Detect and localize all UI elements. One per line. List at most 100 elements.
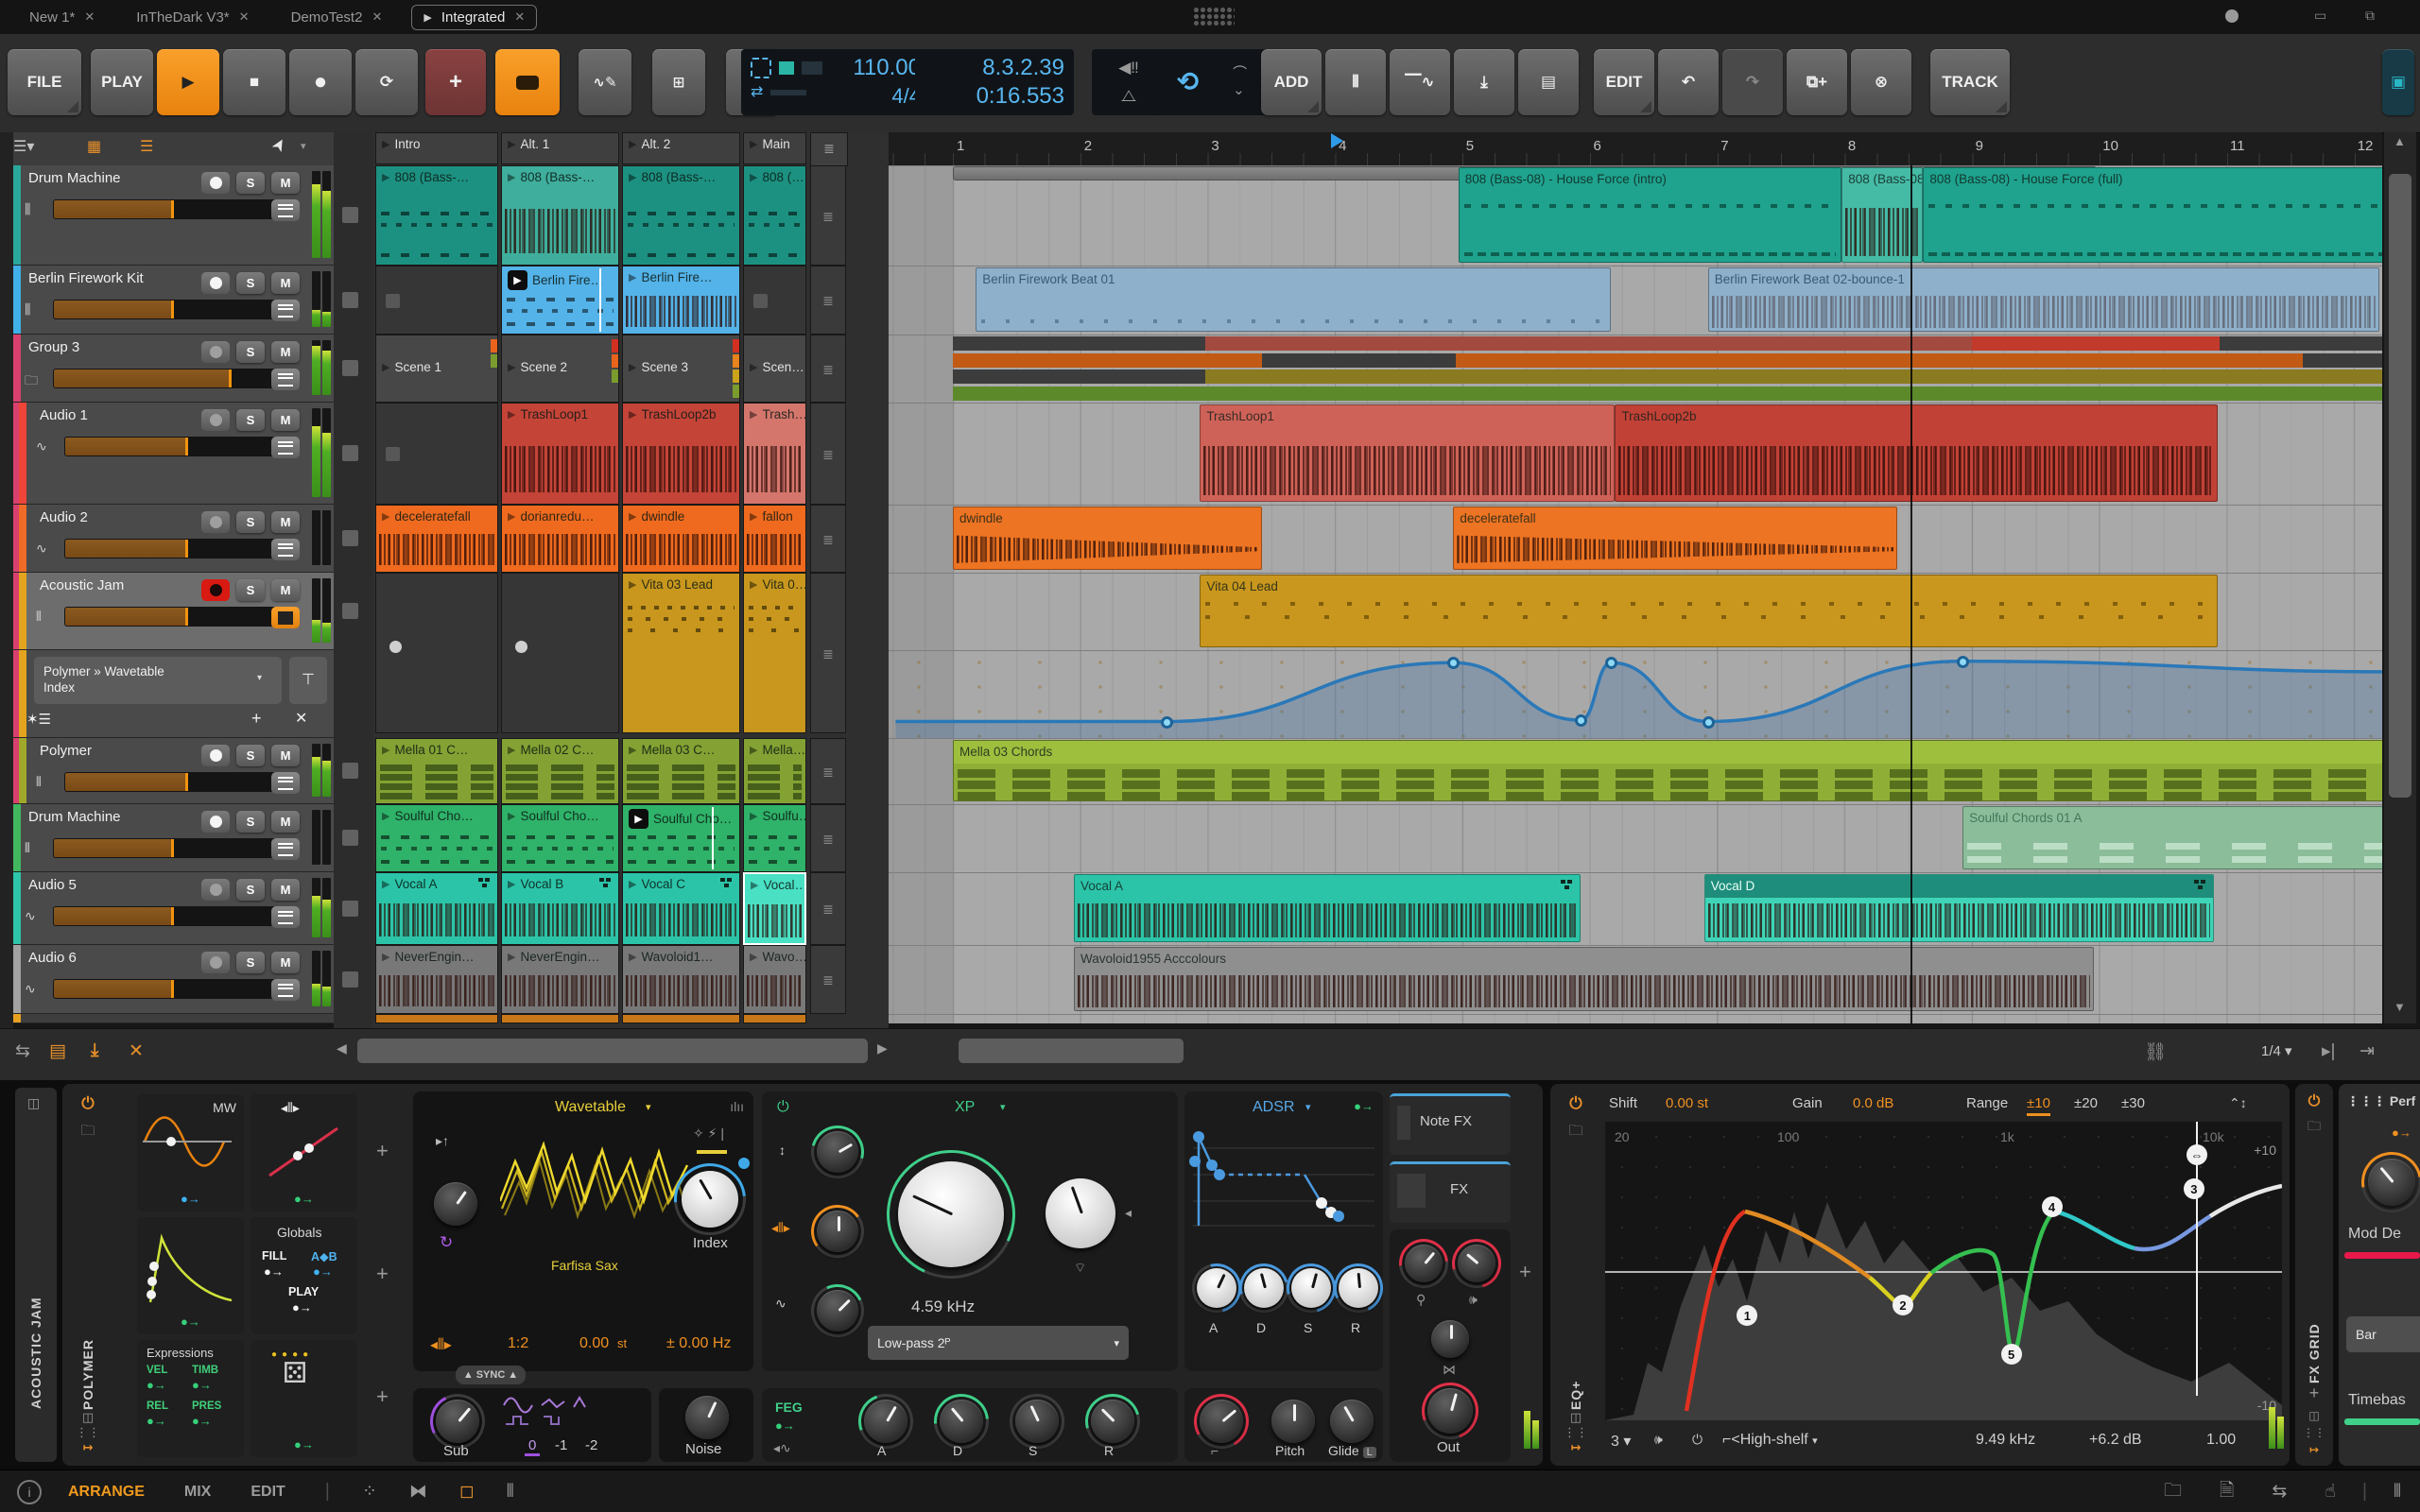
modulator-tile-random[interactable]: ⚄ ●●●● ●→ <box>251 1340 357 1457</box>
feg-release-knob[interactable] <box>1091 1400 1134 1443</box>
eq-shift-value[interactable]: 0.00 st <box>1666 1095 1708 1111</box>
add-icon[interactable]: + <box>2309 1383 2320 1403</box>
file-menu-button[interactable]: FILE <box>8 49 81 115</box>
loop-block[interactable]: ⟲ ⌒ ⌄ <box>1150 49 1273 115</box>
modulator-tile-expressions[interactable]: Expressions VEL TIMB ●→ ●→ REL PRES ●→ ●… <box>137 1340 244 1457</box>
adsr-dropdown-icon[interactable]: ▾ <box>1305 1101 1311 1113</box>
amp-sustain-knob[interactable] <box>1291 1268 1331 1308</box>
tab-inthedark-v3-[interactable]: InTheDark V3* ✕ <box>124 5 261 30</box>
mixer-view-icon[interactable]: ▦ <box>87 137 101 156</box>
clip-stop-dot[interactable] <box>515 641 527 654</box>
mute-button[interactable]: M <box>271 409 300 431</box>
scene-row-menu[interactable]: ≣ <box>810 266 846 335</box>
timebase-bar[interactable] <box>2344 1418 2420 1425</box>
device-remote-icon[interactable]: ◫ <box>1570 1410 1582 1425</box>
track-menu-button[interactable] <box>271 607 300 628</box>
clip-slot-soulful-cho-[interactable]: ▶ Soulful Cho… <box>501 804 619 872</box>
clip-slot-vita-03-lead[interactable]: ▶ Vita 03 Lead <box>622 573 740 733</box>
perf-mod-arrow[interactable]: ●→ <box>2392 1125 2411 1140</box>
tab-demotest2[interactable]: DemoTest2 ✕ <box>279 5 395 30</box>
volume-fader[interactable] <box>64 607 278 627</box>
track-menu-button[interactable] <box>271 199 300 221</box>
clip-slot-partial[interactable] <box>375 1014 498 1023</box>
device-remote-icon[interactable]: ◫ <box>82 1410 94 1425</box>
rel-arrow[interactable]: ●→ <box>147 1414 166 1428</box>
play-button[interactable]: ▶ <box>157 49 219 115</box>
add-modulator-icon[interactable]: + <box>376 1139 389 1163</box>
amp-decay-knob[interactable] <box>1244 1268 1284 1308</box>
arranger-hscroll-thumb[interactable] <box>959 1039 1184 1063</box>
track-menu-button[interactable] <box>271 437 300 458</box>
clip-stop-button[interactable] <box>342 360 358 376</box>
clip-slot-soulful-cho-[interactable]: ▶ Soulful Cho… <box>375 804 498 872</box>
phase-random-icon[interactable]: ↻ <box>440 1233 453 1252</box>
group-subtrack-strip[interactable] <box>1456 352 2303 368</box>
empty-clip-slot[interactable] <box>375 403 498 505</box>
volume-fader[interactable] <box>64 437 278 456</box>
track-menu-button[interactable] <box>271 369 300 390</box>
arranger-clip-808-bass-08-house-force-intro-[interactable]: 808 (Bass-08) - House Force (intro) <box>1458 167 1842 263</box>
sub-waveform-icons[interactable] <box>500 1394 604 1430</box>
modulation-source-dropdown[interactable]: Polymer » Wavetable Index <box>34 657 282 704</box>
undo-button[interactable]: ↶ <box>1658 49 1719 115</box>
track-menu-button[interactable] <box>271 300 300 321</box>
clip-slot-berlin-fire-[interactable]: ▶ Berlin Fire… <box>501 266 619 335</box>
oscillator-type[interactable]: Wavetable <box>555 1099 626 1116</box>
modulator-tile-globals[interactable]: Globals FILL A◆B ●→ ●→ PLAY ●→ <box>251 1217 357 1334</box>
add-instrument-button[interactable]: ⫴ <box>1325 49 1386 115</box>
scene-header-alt-1[interactable]: ▶ Alt. 1 <box>501 132 619 164</box>
eq-band-gain[interactable]: +6.2 dB <box>2089 1432 2142 1449</box>
tab-integrated[interactable]: ▶ Integrated ✕ <box>411 4 538 30</box>
vel-arrow[interactable]: ●→ <box>147 1378 166 1392</box>
group-subtrack-strip[interactable] <box>1262 352 1457 368</box>
volume-fader[interactable] <box>53 369 278 388</box>
feg-attack-knob[interactable] <box>864 1400 908 1443</box>
scroll-down-icon[interactable]: ▼ <box>2394 1000 2406 1014</box>
fx-grid-device[interactable]: ⏻ 🗀 FX GRID + ◫ ⋮⋮ ↦ <box>2295 1084 2333 1466</box>
eq-band-width-handle[interactable]: ⇔ <box>2187 1144 2207 1165</box>
clip-slot-fallon[interactable]: ▶ fallon <box>743 505 806 573</box>
solo-button[interactable]: S <box>236 511 265 533</box>
scene-row-menu[interactable]: ≣ <box>810 335 846 403</box>
volume-fader[interactable] <box>53 979 278 999</box>
index-knob[interactable] <box>682 1171 738 1228</box>
clip-slot-vocal-c[interactable]: ▶ Vocal C <box>622 872 740 945</box>
snap-icon[interactable]: ⁘ <box>362 1481 377 1503</box>
filter-eg-panel[interactable]: FEG ●→ ◂∿ A D S R <box>762 1383 1178 1462</box>
modulator-tile-mw[interactable]: MW ●→ <box>137 1094 244 1211</box>
volume-fader[interactable] <box>53 838 278 858</box>
record-arm-button[interactable] <box>201 272 230 294</box>
pitch-glide-panel[interactable]: ⌐ Pitch Glide L <box>1184 1387 1383 1462</box>
track-menu-button[interactable] <box>271 838 300 860</box>
clip-slot-wavoloid1-[interactable]: ▶ Wavoloid1… <box>622 945 740 1014</box>
clip-slot-mella-02-c-[interactable]: ▶ Mella 02 C… <box>501 738 619 804</box>
solo-button[interactable]: S <box>236 409 265 431</box>
view-edit[interactable]: EDIT <box>251 1484 285 1501</box>
clip-stop-button[interactable] <box>342 207 358 223</box>
arranger-clip-808-bass-08-house-force-full-[interactable]: 808 (Bass-08) - House Force (full) <box>1923 167 2382 263</box>
solo-button[interactable]: S <box>236 341 265 363</box>
vscroll-thumb[interactable] <box>2389 174 2411 798</box>
clip-slot-mella-03-c-[interactable]: ▶ Mella 03 C… <box>622 738 740 804</box>
track-row-audio-6[interactable]: Audio 6 S M ∿ <box>13 945 334 1014</box>
filter-drive-knob[interactable] <box>817 1290 858 1332</box>
arranger-clip-vocal-d[interactable]: Vocal D <box>1703 874 2214 942</box>
position-time[interactable]: 0:16.553 <box>977 82 1064 111</box>
device-mod-out-icon[interactable]: ↦ <box>83 1440 94 1455</box>
arranger-clip-soulful-chords-01-a[interactable]: Soulful Chords 01 A <box>1962 806 2382 869</box>
clip-stop-button[interactable] <box>342 900 358 917</box>
maximize-icon[interactable]: ⧉ <box>2365 8 2375 24</box>
zoom-full-icon[interactable]: ⇥ <box>2360 1040 2375 1062</box>
clip-slot-soulfu-[interactable]: ▶Soulfu… <box>743 804 806 872</box>
automation-lane[interactable] <box>889 650 2382 738</box>
track-menu-button[interactable] <box>271 906 300 928</box>
group-subtrack-strip[interactable] <box>953 336 1205 351</box>
output-panel[interactable]: ⚲ 🕪 ⋈ Out <box>1389 1228 1511 1462</box>
track-scroll-strip[interactable] <box>0 132 13 1028</box>
add-audio-button[interactable]: ⎺∿ <box>1390 49 1450 115</box>
add-modulator-icon[interactable]: + <box>376 1384 389 1409</box>
track-row-drum-machine[interactable]: Drum Machine S M ⫴ <box>13 804 334 872</box>
track-row-polymer[interactable]: Polymer S M ⫴ <box>13 738 334 804</box>
scene-header-alt-2[interactable]: ▶ Alt. 2 <box>622 132 740 164</box>
record-arm-button[interactable] <box>201 172 230 194</box>
